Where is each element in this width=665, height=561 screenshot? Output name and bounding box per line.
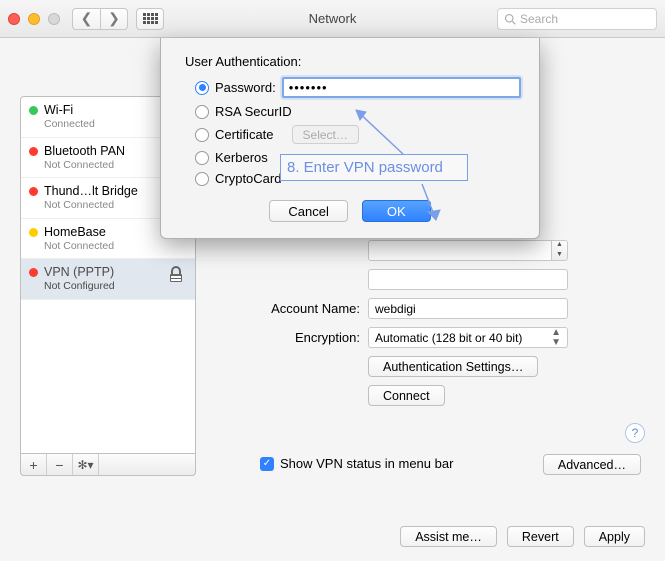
service-actions-button[interactable]: ✻▾ bbox=[73, 454, 99, 475]
assist-me-button[interactable]: Assist me… bbox=[400, 526, 497, 547]
nav-buttons: ❮ ❯ bbox=[72, 8, 128, 30]
sidebar-item-label: HomeBase bbox=[44, 225, 114, 240]
close-window-icon[interactable] bbox=[8, 13, 20, 25]
sidebar-item-label: Bluetooth PAN bbox=[44, 144, 125, 159]
sidebar-item-status: Connected bbox=[44, 118, 95, 131]
sidebar-item-status: Not Connected bbox=[44, 199, 138, 212]
search-placeholder: Search bbox=[520, 12, 558, 26]
row-encryption: Encryption: Automatic (128 bit or 40 bit… bbox=[210, 327, 645, 348]
sidebar-item-status: Not Configured bbox=[44, 280, 115, 293]
radio-row-password[interactable]: Password: bbox=[195, 77, 521, 98]
search-field[interactable]: Search bbox=[497, 8, 657, 30]
annotation-text: 8. Enter VPN password bbox=[287, 159, 443, 176]
connect-button[interactable]: Connect bbox=[368, 385, 445, 406]
account-name-value: webdigi bbox=[375, 302, 416, 316]
show-status-row: ✓ Show VPN status in menu bar bbox=[260, 456, 453, 471]
cryptocard-label: CryptoCard bbox=[215, 171, 281, 186]
stepper-icon[interactable]: ▲▼ bbox=[552, 240, 568, 261]
status-dot-icon bbox=[29, 187, 38, 196]
annotation-arrow-icon bbox=[348, 102, 418, 162]
show-all-button[interactable] bbox=[136, 8, 164, 30]
row-connect: Connect bbox=[210, 385, 645, 406]
minimize-window-icon[interactable] bbox=[28, 13, 40, 25]
radio-cryptocard[interactable] bbox=[195, 172, 209, 186]
status-dot-icon bbox=[29, 268, 38, 277]
sidebar-item-status: Not Connected bbox=[44, 159, 125, 172]
sheet-heading: User Authentication: bbox=[185, 54, 521, 69]
certificate-label: Certificate bbox=[215, 127, 274, 142]
show-status-checkbox[interactable]: ✓ bbox=[260, 457, 274, 471]
revert-button[interactable]: Revert bbox=[507, 526, 574, 547]
password-label: Password: bbox=[215, 80, 276, 95]
row-account-name: Account Name: webdigi bbox=[210, 298, 645, 319]
chevron-updown-icon: ▲▼ bbox=[551, 328, 561, 348]
account-name-label: Account Name: bbox=[210, 301, 360, 316]
status-dot-icon bbox=[29, 228, 38, 237]
auth-settings-button[interactable]: Authentication Settings… bbox=[368, 356, 538, 377]
kerberos-label: Kerberos bbox=[215, 150, 268, 165]
sidebar-item-label: VPN (PPTP) bbox=[44, 265, 115, 280]
vpn-lock-icon bbox=[165, 265, 187, 285]
radio-rsa[interactable] bbox=[195, 105, 209, 119]
remove-service-button[interactable]: − bbox=[47, 454, 73, 475]
account-name-input[interactable]: webdigi bbox=[368, 298, 568, 319]
row-unknown-select: ▲▼ bbox=[210, 240, 645, 261]
sidebar-item-vpn-pptp[interactable]: VPN (PPTP) Not Configured bbox=[21, 259, 195, 300]
window-titlebar: ❮ ❯ Network Search bbox=[0, 0, 665, 38]
status-dot-icon bbox=[29, 147, 38, 156]
radio-password[interactable] bbox=[195, 81, 209, 95]
traffic-lights bbox=[8, 13, 60, 25]
annotation-label: 8. Enter VPN password bbox=[280, 154, 468, 181]
sidebar-item-label: Thund…lt Bridge bbox=[44, 184, 138, 199]
encryption-value: Automatic (128 bit or 40 bit) bbox=[375, 331, 522, 345]
row-auth-settings: Authentication Settings… bbox=[210, 356, 645, 377]
show-status-label: Show VPN status in menu bar bbox=[280, 456, 453, 471]
sidebar-item-label: Wi-Fi bbox=[44, 103, 95, 118]
search-icon bbox=[504, 13, 516, 25]
encryption-label: Encryption: bbox=[210, 330, 360, 345]
row-blank-input bbox=[210, 269, 645, 290]
advanced-button[interactable]: Advanced… bbox=[543, 454, 641, 475]
encryption-select[interactable]: Automatic (128 bit or 40 bit) ▲▼ bbox=[368, 327, 568, 348]
server-address-input[interactable] bbox=[368, 269, 568, 290]
grid-icon bbox=[143, 13, 158, 24]
back-button[interactable]: ❮ bbox=[72, 8, 100, 30]
config-select[interactable] bbox=[368, 240, 552, 261]
add-service-button[interactable]: + bbox=[21, 454, 47, 475]
bottom-button-bar: Assist me… Revert Apply bbox=[400, 526, 645, 547]
help-button[interactable]: ? bbox=[625, 423, 645, 443]
password-input[interactable] bbox=[282, 77, 521, 98]
zoom-window-icon[interactable] bbox=[48, 13, 60, 25]
forward-button[interactable]: ❯ bbox=[100, 8, 128, 30]
cancel-button[interactable]: Cancel bbox=[269, 200, 347, 222]
radio-kerberos[interactable] bbox=[195, 151, 209, 165]
radio-certificate[interactable] bbox=[195, 128, 209, 142]
sidebar-item-status: Not Connected bbox=[44, 240, 114, 253]
rsa-label: RSA SecurID bbox=[215, 104, 292, 119]
status-dot-icon bbox=[29, 106, 38, 115]
sidebar-toolbar: + − ✻▾ bbox=[20, 454, 196, 476]
annotation-arrow-icon bbox=[410, 182, 450, 230]
apply-button[interactable]: Apply bbox=[584, 526, 645, 547]
